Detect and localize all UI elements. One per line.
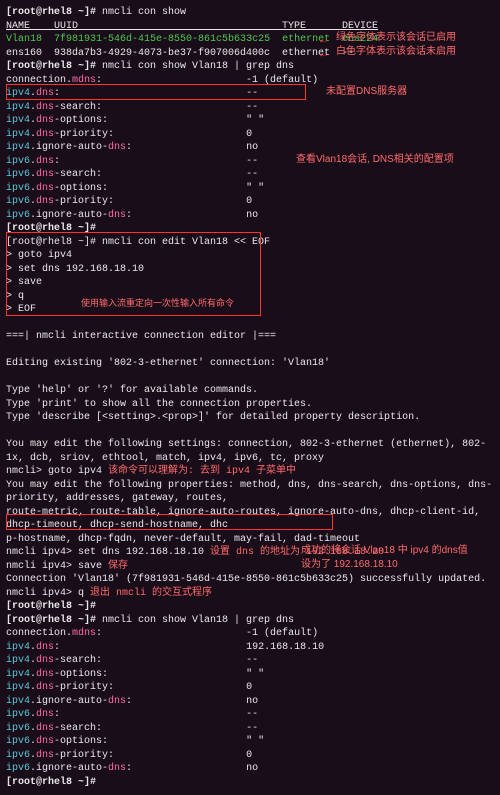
ann-nodns: 未配置DNS服务器 [326, 85, 407, 99]
ann-success1: 成功的将会话 Vlan18 中 ipv4 的dns值 [301, 544, 468, 558]
ann-check: 查看Vlan18会话, DNS相关的配置项 [296, 153, 454, 167]
ann-white: 白色字体表示该会话未启用 [336, 45, 456, 59]
ann-green: 绿色字体表示该会话已启用 [336, 31, 456, 45]
cmd1: nmcli con show [102, 7, 186, 18]
prompt: [root@rhel8 ~]# [6, 7, 102, 18]
ann-success2: 设为了 192.168.18.10 [301, 558, 398, 572]
box-dnsset [6, 514, 333, 530]
box-nodns [6, 84, 306, 100]
conn1-name: Vlan18 [6, 34, 42, 45]
arrow-icon: ← [320, 46, 327, 62]
ann-heredoc: 使用输入流重定向一次性输入所有命令 [81, 297, 234, 309]
